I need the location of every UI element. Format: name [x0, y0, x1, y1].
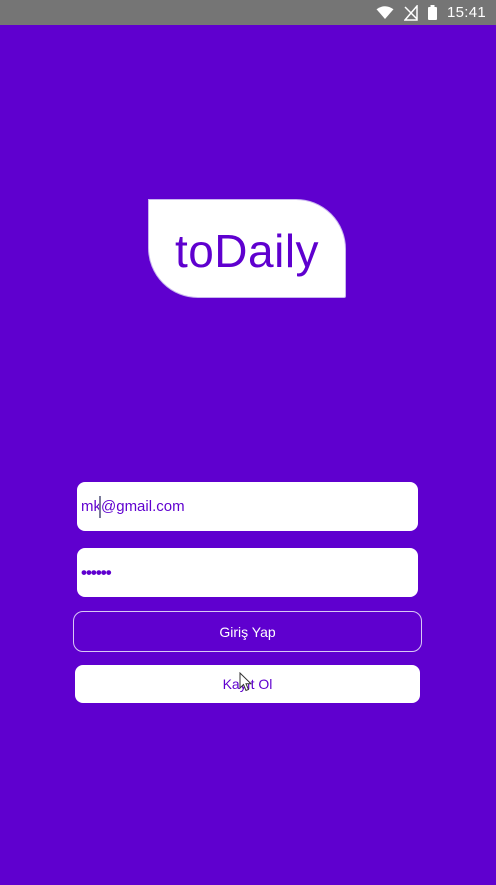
email-input-value[interactable]: mk@gmail.com: [81, 498, 185, 515]
status-bar: 15:41: [0, 0, 496, 25]
mouse-cursor-icon: [239, 671, 253, 692]
app-screen: 15:41 toDaily mk@gmail.com •••••• Giriş …: [0, 0, 496, 885]
email-field[interactable]: mk@gmail.com: [77, 482, 418, 531]
battery-icon: [427, 5, 437, 20]
app-logo: toDaily: [148, 199, 346, 298]
no-signal-icon: [403, 4, 418, 21]
password-field[interactable]: ••••••: [77, 548, 418, 597]
text-caret: [99, 496, 101, 518]
password-input-value[interactable]: ••••••: [81, 563, 112, 583]
wifi-icon: [376, 5, 394, 20]
status-time: 15:41: [446, 4, 486, 21]
app-logo-text: toDaily: [174, 224, 320, 277]
login-button[interactable]: Giriş Yap: [73, 611, 422, 652]
